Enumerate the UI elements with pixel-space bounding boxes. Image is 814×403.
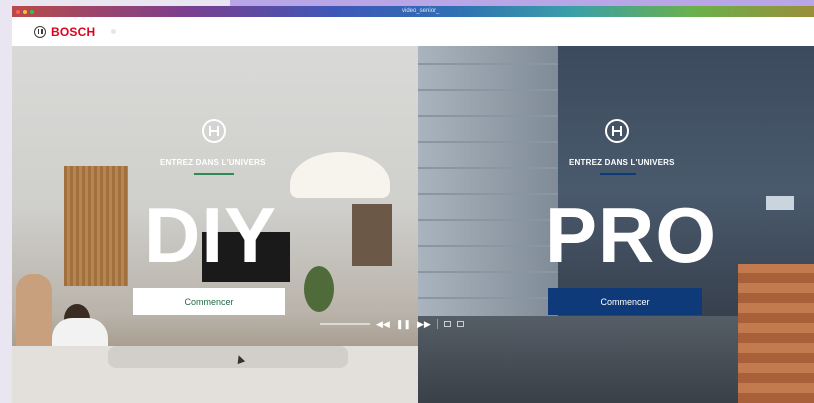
minimize-window-icon[interactable] xyxy=(23,9,27,14)
pro-panel[interactable]: ENTREZ DANS L'UNIVERS PRO Commencer xyxy=(418,46,814,403)
pro-title: PRO xyxy=(545,191,718,279)
controls-separator xyxy=(436,319,438,329)
close-window-icon[interactable] xyxy=(16,9,20,14)
zoom-window-icon[interactable] xyxy=(30,9,34,14)
site-header: BOSCH xyxy=(12,17,814,46)
window-controls[interactable] xyxy=(16,9,34,14)
person-man xyxy=(16,274,52,354)
pro-start-button[interactable]: Commencer xyxy=(548,288,702,315)
diy-kicker-underline xyxy=(194,173,234,175)
fast-forward-icon[interactable]: ▶▶ xyxy=(417,319,431,330)
sofa-cushion xyxy=(108,346,348,368)
header-indicator xyxy=(111,29,117,34)
plant xyxy=(304,266,334,312)
window-title: video_senior_ xyxy=(402,8,440,14)
rewind-icon[interactable]: ◀◀ xyxy=(376,319,390,330)
bosch-emblem-icon xyxy=(202,119,226,143)
shelf-unit xyxy=(352,204,392,266)
pause-icon[interactable]: ❚❚ xyxy=(396,319,411,330)
pro-kicker: ENTREZ DANS L'UNIVERS xyxy=(569,158,675,167)
bosch-armature-icon xyxy=(34,25,46,38)
picture-in-picture-icon[interactable] xyxy=(443,321,451,327)
video-scrubber[interactable] xyxy=(320,323,370,325)
video-controls[interactable]: ◀◀ ❚❚ ▶▶ xyxy=(320,316,520,332)
pro-kicker-underline xyxy=(600,173,636,175)
diy-kicker: ENTREZ DANS L'UNIVERS xyxy=(160,158,266,167)
diy-start-button[interactable]: Commencer xyxy=(133,288,285,315)
wood-wall-panel xyxy=(64,166,128,286)
brand-name: BOSCH xyxy=(51,24,96,39)
brick-pallet xyxy=(738,264,814,403)
bosch-logo[interactable]: BOSCH xyxy=(34,25,95,39)
pendant-lamp xyxy=(290,152,390,198)
window-title-bar: video_senior_ xyxy=(12,6,814,17)
diy-title: DIY xyxy=(144,191,278,279)
fullscreen-icon[interactable] xyxy=(456,321,464,327)
diy-panel[interactable]: ENTREZ DANS L'UNIVERS DIY Commencer xyxy=(12,46,418,403)
back-window xyxy=(766,196,794,210)
bosch-emblem-icon xyxy=(605,119,629,143)
